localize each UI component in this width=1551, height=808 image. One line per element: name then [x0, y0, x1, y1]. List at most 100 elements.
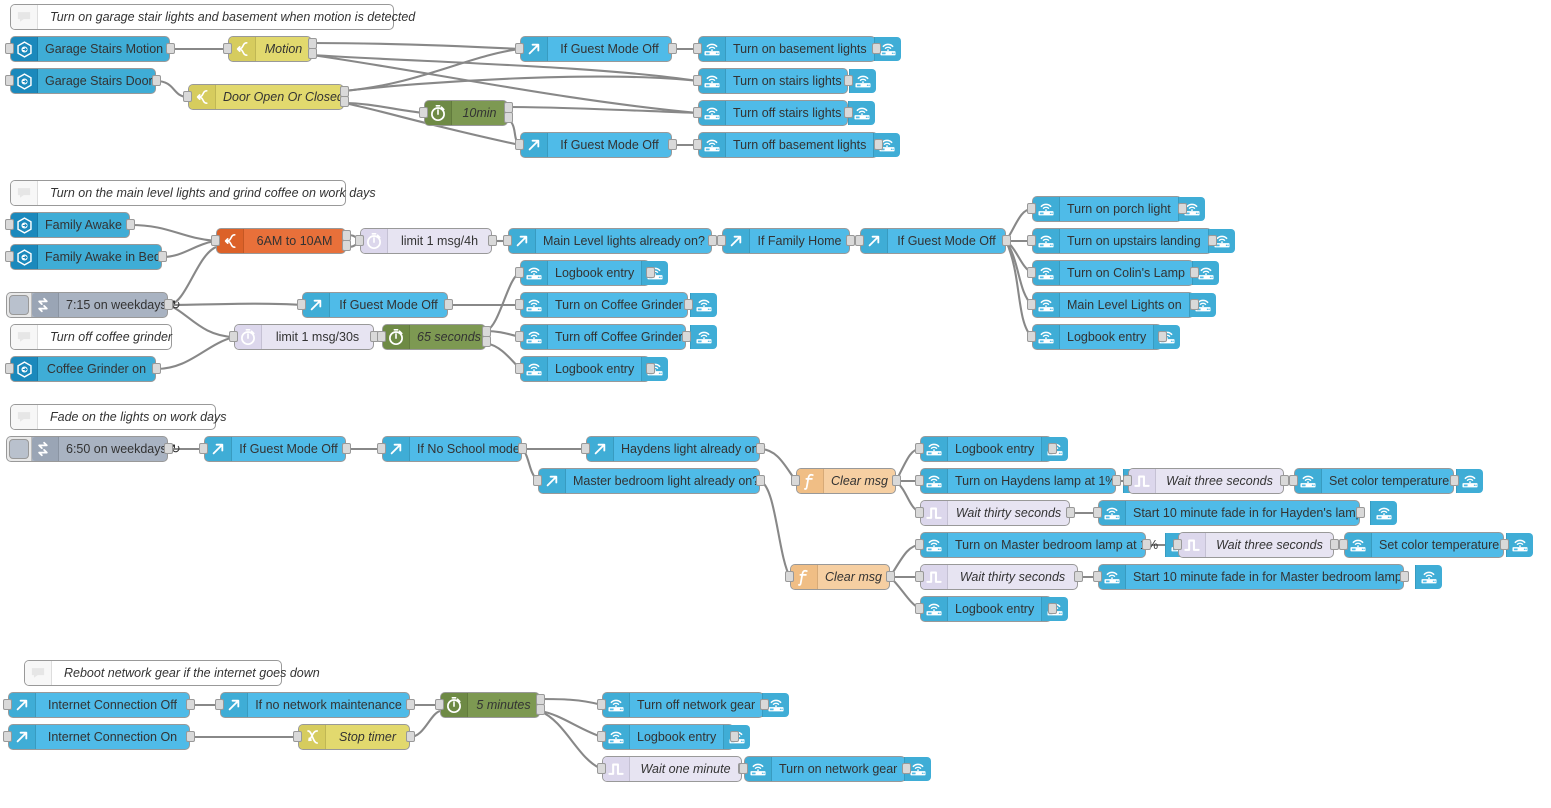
output-port[interactable] [152, 363, 161, 374]
input-port[interactable] [597, 699, 606, 710]
wire[interactable] [343, 75, 699, 93]
output-port[interactable] [668, 43, 677, 54]
input-port[interactable] [515, 139, 524, 150]
event-node[interactable]: Garage Stairs Motion [5, 36, 175, 62]
output-port[interactable] [166, 43, 175, 54]
input-port[interactable] [1027, 267, 1036, 278]
output-port[interactable] [488, 235, 497, 246]
input-port[interactable] [533, 475, 542, 486]
switch-y-node[interactable]: Door Open Or Closed [183, 84, 349, 110]
api-node[interactable]: If Guest Mode Off [199, 436, 351, 462]
wire[interactable] [129, 223, 217, 243]
wire[interactable] [343, 101, 425, 115]
delay-node[interactable]: Wait three seconds [1173, 532, 1339, 558]
input-port[interactable] [597, 731, 606, 742]
output-port[interactable] [668, 139, 677, 150]
api-node[interactable]: Turn off Coffee Grinder [515, 324, 717, 350]
output-port[interactable] [444, 299, 453, 310]
flow-canvas[interactable]: Turn on garage stair lights and basement… [0, 0, 1551, 808]
output-port[interactable] [874, 139, 883, 150]
trigger-node[interactable]: 5 minutes [435, 692, 545, 718]
input-port[interactable] [515, 43, 524, 54]
output-port[interactable] [164, 443, 173, 454]
delay-node[interactable]: limit 1 msg/30s [229, 324, 379, 350]
output-port[interactable] [1356, 507, 1365, 518]
trigger-node[interactable]: 65 seconds [377, 324, 491, 350]
input-port[interactable] [1027, 299, 1036, 310]
input-port[interactable] [199, 443, 208, 454]
input-port[interactable] [915, 539, 924, 550]
input-port[interactable] [915, 571, 924, 582]
output-port[interactable] [684, 299, 693, 310]
api-node[interactable]: Set color temperature [1339, 532, 1534, 558]
output-port[interactable] [872, 43, 881, 54]
wire[interactable] [539, 710, 603, 770]
output-port[interactable] [1048, 603, 1057, 614]
api-node[interactable]: Start 10 minute fade in for Hayden's lam… [1093, 500, 1397, 526]
output-port[interactable] [756, 443, 765, 454]
api-node[interactable]: Main Level Lights on [1027, 292, 1216, 318]
output-port[interactable] [1066, 507, 1075, 518]
input-port[interactable] [515, 299, 524, 310]
input-port[interactable] [5, 363, 14, 374]
wire[interactable] [311, 41, 521, 51]
event-node[interactable]: Garage Stairs Door [5, 68, 161, 94]
output-port[interactable] [1400, 571, 1409, 582]
inject-trigger-button[interactable] [7, 437, 32, 461]
api-node[interactable]: Turn on Haydens lamp at 1% [915, 468, 1151, 494]
api-node[interactable]: Turn off stairs lights [693, 100, 876, 126]
input-port[interactable] [1093, 571, 1102, 582]
input-port[interactable] [515, 331, 524, 342]
output-port[interactable] [886, 571, 895, 582]
input-port[interactable] [693, 75, 702, 86]
input-port[interactable] [693, 43, 702, 54]
output-port-2[interactable] [482, 336, 491, 348]
output-port[interactable] [1112, 475, 1121, 486]
api-node[interactable]: Turn on network gear [739, 756, 932, 782]
input-port[interactable] [739, 763, 748, 774]
switch-y-node[interactable]: Motion [223, 36, 317, 62]
output-port[interactable] [1002, 235, 1011, 246]
api-node[interactable]: If no network maintenance [215, 692, 415, 718]
input-port[interactable] [1123, 475, 1132, 486]
output-port[interactable] [760, 699, 769, 710]
input-port[interactable] [3, 699, 12, 710]
input-port[interactable] [5, 219, 14, 230]
input-port[interactable] [915, 507, 924, 518]
output-port[interactable] [1280, 475, 1289, 486]
delay-node[interactable]: limit 1 msg/4h [355, 228, 497, 254]
func-node[interactable]: Clear msg [785, 564, 895, 590]
func-node[interactable]: Clear msg [791, 468, 901, 494]
input-port[interactable] [5, 43, 14, 54]
switch-o-node[interactable]: 6AM to 10AM [211, 228, 351, 254]
output-port[interactable] [1190, 267, 1199, 278]
api-node[interactable]: Logbook entry [597, 724, 751, 750]
api-node[interactable]: Turn on Coffee Grinder [515, 292, 717, 318]
output-port[interactable] [1158, 331, 1167, 342]
api-node[interactable]: Main Level lights already on? [503, 228, 717, 254]
input-port[interactable] [211, 235, 220, 246]
input-port[interactable] [435, 699, 444, 710]
input-port[interactable] [581, 443, 590, 454]
output-port[interactable] [1500, 539, 1509, 550]
output-port[interactable] [406, 699, 415, 710]
output-port-2[interactable] [342, 240, 351, 252]
inject-node[interactable]: 7:15 on weekdays ↻ [6, 292, 181, 318]
input-port[interactable] [1027, 203, 1036, 214]
input-port[interactable] [5, 75, 14, 86]
api-node[interactable]: If Family Home [717, 228, 855, 254]
switch-y-node[interactable]: Stop timer [293, 724, 415, 750]
inject-node[interactable]: 6:50 on weekdays ↻ [6, 436, 181, 462]
inject-button-face[interactable] [8, 295, 29, 315]
wire[interactable] [539, 709, 603, 739]
delay-node[interactable]: Wait one minute [597, 756, 747, 782]
output-port[interactable] [892, 475, 901, 486]
input-port[interactable] [515, 267, 524, 278]
input-port[interactable] [183, 91, 192, 102]
api-node[interactable]: Turn on stairs lights [693, 68, 876, 94]
api-node[interactable]: If Guest Mode Off [515, 36, 677, 62]
input-port[interactable] [717, 235, 726, 246]
comment-node[interactable]: Turn off coffee grinder [10, 324, 172, 350]
comment-node[interactable]: Turn on the main level lights and grind … [10, 180, 376, 206]
output-port[interactable] [1208, 235, 1217, 246]
